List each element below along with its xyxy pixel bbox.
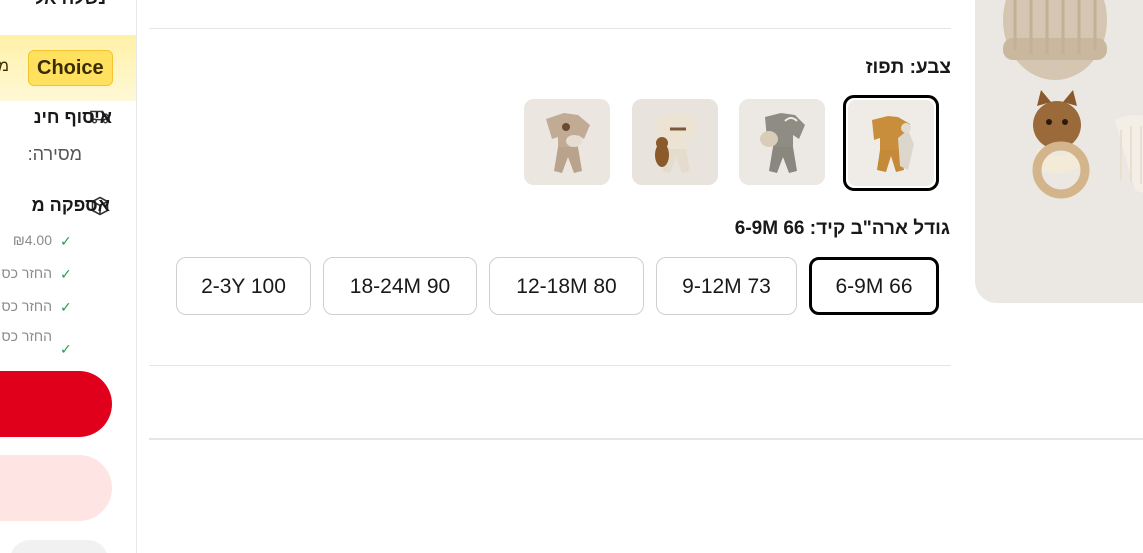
size-option-2-3y[interactable]: 2-3Y 100 (176, 257, 311, 315)
benefit-row: ✓ החזר כס (0, 264, 80, 282)
choice-banner-text: מ (0, 58, 9, 76)
benefit-text: החזר כס (1, 328, 52, 344)
color-option-beige[interactable] (524, 99, 610, 185)
benefit-row: ✓ ₪4.00 (0, 231, 80, 249)
beige-outfit-image (524, 99, 610, 185)
check-icon: ✓ (60, 299, 72, 315)
benefit-text: החזר כס (1, 265, 52, 281)
product-photo (975, 0, 1143, 303)
buy-now-button[interactable] (0, 371, 112, 437)
size-label: גודל ארה"ב קיד: 66 6-9M (734, 218, 950, 239)
purchase-sidebar: נשלח אל Choice מ איסוף חינ מסירה: א אספק… (0, 0, 137, 553)
benefit-text: החזר כס (1, 298, 52, 314)
color-option-cream[interactable] (632, 99, 718, 185)
color-options (522, 95, 952, 191)
choice-badge: Choice (28, 50, 113, 86)
color-option-orange[interactable] (843, 95, 939, 191)
cream-outfit-image (632, 99, 718, 185)
size-option-9-12m[interactable]: 9-12M 73 (656, 257, 797, 315)
secondary-action-button[interactable] (10, 540, 108, 553)
orange-outfit-image (848, 100, 934, 186)
color-label: צבע: תפוז (865, 57, 951, 78)
section-divider-mid (149, 365, 951, 366)
benefit-row: ✓ החזר כס (0, 327, 80, 357)
section-divider-top (149, 28, 951, 29)
ship-to-label: נשלח אל (34, 0, 106, 9)
product-main-image[interactable] (975, 0, 1143, 303)
delivery-label: מסירה: (27, 144, 82, 164)
section-divider-bottom (149, 438, 1143, 440)
supply-text: אספקה מ (31, 195, 110, 215)
check-icon: ✓ (60, 266, 72, 282)
gray-outfit-image (739, 99, 825, 185)
free-pickup-text: איסוף חינ (33, 107, 112, 127)
size-option-18-24m[interactable]: 18-24M 90 (323, 257, 477, 315)
color-option-gray[interactable] (739, 99, 825, 185)
size-option-12-18m[interactable]: 12-18M 80 (489, 257, 644, 315)
size-option-6-9m[interactable]: 6-9M 66 (809, 257, 939, 315)
check-icon: ✓ (60, 341, 72, 357)
benefit-text: ₪4.00 (12, 232, 52, 248)
add-to-cart-button[interactable] (0, 455, 112, 521)
benefit-row: ✓ החזר כס (0, 297, 80, 315)
check-icon: ✓ (60, 233, 72, 249)
